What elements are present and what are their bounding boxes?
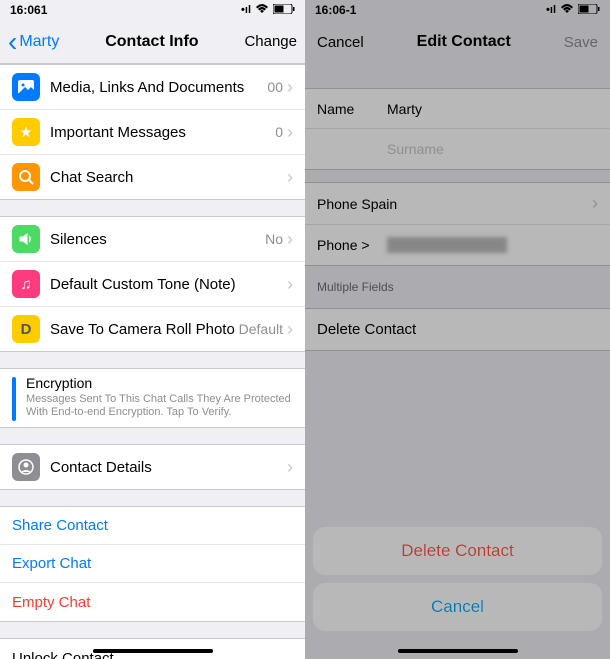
edit-contact-screen: 16:06-1 •ıl Cancel Edit Contact Save Nam… xyxy=(305,0,610,659)
action-sheet: Delete Contact Cancel xyxy=(313,527,602,639)
media-count: 00 xyxy=(267,79,283,95)
contact-details-label: Contact Details xyxy=(50,459,287,476)
silences-label: Silences xyxy=(50,231,265,248)
contact-details-row[interactable]: Contact Details › xyxy=(0,445,305,489)
home-indicator[interactable] xyxy=(398,649,518,653)
chevron-right-icon: › xyxy=(287,457,293,478)
media-label: Media, Links And Documents xyxy=(50,79,267,96)
edit-header: Cancel Edit Contact Save xyxy=(305,20,610,64)
phone-label: Phone > xyxy=(317,237,387,253)
name-field[interactable]: Marty xyxy=(387,101,422,117)
chevron-right-icon: › xyxy=(287,122,293,143)
search-icon xyxy=(12,163,40,191)
name-row[interactable]: Name Marty xyxy=(305,89,610,129)
details-section: Contact Details › xyxy=(0,444,305,490)
signal-icon: •ıl xyxy=(546,4,556,16)
cancel-sheet-button[interactable]: Cancel xyxy=(313,583,602,631)
battery-icon xyxy=(273,4,295,17)
surname-field[interactable]: Surname xyxy=(387,141,444,157)
chevron-right-icon: › xyxy=(287,229,293,250)
status-icons: •ıl xyxy=(241,4,295,17)
chevron-right-icon: › xyxy=(287,319,293,340)
music-icon: ♫ xyxy=(12,270,40,298)
important-count: 0 xyxy=(275,124,283,140)
surname-row[interactable]: Surname xyxy=(305,129,610,169)
encryption-row[interactable]: Encryption Messages Sent To This Chat Ca… xyxy=(0,369,305,427)
back-button[interactable]: Marty xyxy=(8,33,59,51)
download-icon: D xyxy=(12,315,40,343)
important-row[interactable]: ★ Important Messages 0 › xyxy=(0,110,305,155)
contact-info-screen: 16:061 •ıl Marty Contact Info Change Med… xyxy=(0,0,305,659)
encryption-subtitle: Messages Sent To This Chat Calls They Ar… xyxy=(26,393,293,419)
wifi-icon xyxy=(255,4,269,17)
search-row[interactable]: Chat Search › xyxy=(0,155,305,199)
media-section: Media, Links And Documents 00 › ★ Import… xyxy=(0,64,305,200)
chevron-right-icon: › xyxy=(287,274,293,295)
lock-icon xyxy=(12,377,16,421)
home-indicator[interactable] xyxy=(93,649,213,653)
phone-field[interactable] xyxy=(387,237,507,253)
delete-contact-row[interactable]: Delete Contact xyxy=(305,308,610,351)
status-bar: 16:061 •ıl xyxy=(0,0,305,20)
speaker-icon xyxy=(12,225,40,253)
header: Marty Contact Info Change xyxy=(0,20,305,64)
tone-label: Default Custom Tone (Note) xyxy=(50,276,287,293)
export-chat-button[interactable]: Export Chat xyxy=(0,545,305,583)
signal-icon: •ıl xyxy=(241,4,251,16)
tone-row[interactable]: ♫ Default Custom Tone (Note) › xyxy=(0,262,305,307)
save-photo-label: Save To Camera Roll Photo xyxy=(50,321,239,338)
delete-contact-button[interactable]: Delete Contact xyxy=(313,527,602,575)
status-bar: 16:06-1 •ıl xyxy=(305,0,610,20)
cancel-button[interactable]: Cancel xyxy=(317,34,364,51)
status-time: 16:061 xyxy=(10,3,47,17)
name-label: Name xyxy=(317,101,387,117)
save-photo-row[interactable]: D Save To Camera Roll Photo Default › xyxy=(0,307,305,351)
edit-title: Edit Contact xyxy=(417,33,511,51)
phone-type-row[interactable]: Phone Spain › xyxy=(305,183,610,225)
silences-row[interactable]: Silences No › xyxy=(0,217,305,262)
status-time: 16:06-1 xyxy=(315,3,356,17)
battery-icon xyxy=(578,4,600,17)
multiple-fields-label: Multiple Fields xyxy=(305,274,610,300)
actions-section: Share Contact Export Chat Empty Chat xyxy=(0,506,305,622)
change-button[interactable]: Change xyxy=(244,33,297,50)
encryption-section: Encryption Messages Sent To This Chat Ca… xyxy=(0,368,305,428)
save-photo-value: Default xyxy=(239,321,283,337)
status-icons: •ıl xyxy=(546,4,600,17)
wifi-icon xyxy=(560,4,574,17)
chevron-right-icon: › xyxy=(287,167,293,188)
search-label: Chat Search xyxy=(50,169,287,186)
encryption-title: Encryption xyxy=(26,375,293,391)
contact-icon xyxy=(12,453,40,481)
star-icon: ★ xyxy=(12,118,40,146)
media-row[interactable]: Media, Links And Documents 00 › xyxy=(0,65,305,110)
silences-value: No xyxy=(265,231,283,247)
phone-row[interactable]: Phone > xyxy=(305,225,610,265)
chevron-right-icon: › xyxy=(287,77,293,98)
page-title: Contact Info xyxy=(105,33,198,51)
media-icon xyxy=(12,73,40,101)
save-button[interactable]: Save xyxy=(564,34,598,51)
chevron-right-icon: › xyxy=(592,193,598,214)
share-contact-button[interactable]: Share Contact xyxy=(0,507,305,545)
settings-section: Silences No › ♫ Default Custom Tone (Not… xyxy=(0,216,305,352)
phone-type-label: Phone Spain xyxy=(317,196,397,212)
empty-chat-button[interactable]: Empty Chat xyxy=(0,583,305,621)
important-label: Important Messages xyxy=(50,124,275,141)
